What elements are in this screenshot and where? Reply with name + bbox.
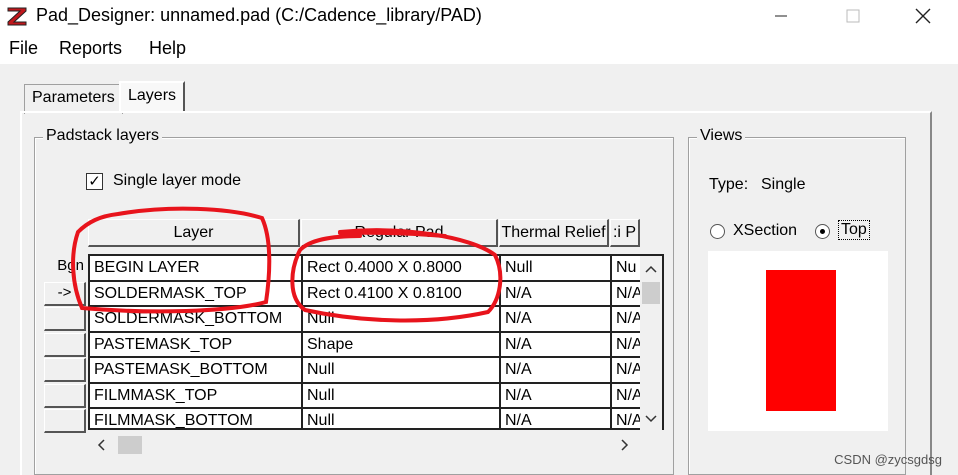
close-button[interactable]: [900, 0, 946, 32]
cell-thermal-relief[interactable]: N/A: [501, 332, 612, 358]
vertical-scrollbar-graphic: [642, 265, 660, 423]
views-label: Views: [697, 127, 746, 145]
menu-reports[interactable]: Reports: [59, 38, 122, 59]
cell-regular-pad[interactable]: Shape: [303, 332, 501, 358]
row-button[interactable]: [44, 384, 86, 408]
grid-horizontal-scrollbar[interactable]: [90, 434, 640, 456]
row-button[interactable]: [44, 307, 86, 331]
cell-layer[interactable]: SOLDERMASK_TOP: [90, 281, 303, 307]
cell-layer[interactable]: FILMMASK_BOTTOM: [90, 409, 303, 428]
row-button[interactable]: [44, 409, 86, 433]
xsection-label: XSection: [733, 222, 798, 239]
view-type-value: Single: [761, 176, 806, 193]
tab-parameters[interactable]: Parameters: [24, 84, 123, 114]
tab-layers[interactable]: Layers: [119, 81, 186, 113]
cell-thermal-relief[interactable]: N/A: [501, 281, 612, 307]
scroll-thumb: [642, 282, 660, 304]
cell-layer[interactable]: PASTEMASK_BOTTOM: [90, 358, 303, 384]
column-header-thermal-relief[interactable]: Thermal Relief: [499, 219, 609, 247]
menu-bar: File Reports Help: [0, 32, 958, 64]
cell-regular-pad[interactable]: Rect 0.4000 X 0.8000: [303, 256, 501, 282]
padstack-layer-grid: BEGIN LAYER Rect 0.4000 X 0.8000 Null Nu…: [88, 254, 664, 430]
minimize-button[interactable]: [758, 0, 804, 32]
cell-thermal-relief[interactable]: N/A: [501, 383, 612, 409]
row-button[interactable]: [44, 333, 86, 357]
pad-shape-preview: [766, 270, 836, 411]
window-title: Pad_Designer: unnamed.pad (C:/Cadence_li…: [36, 5, 482, 25]
cell-thermal-relief[interactable]: N/A: [501, 409, 612, 428]
scroll-down-icon: [645, 415, 657, 423]
minimize-icon: [775, 15, 787, 17]
grid-vertical-scrollbar[interactable]: [640, 256, 662, 430]
top-label: Top: [838, 220, 870, 240]
cell-thermal-relief[interactable]: N/A: [501, 307, 612, 333]
cell-regular-pad[interactable]: Null: [303, 358, 501, 384]
cell-regular-pad[interactable]: Rect 0.4100 X 0.8100: [303, 281, 501, 307]
top-radio[interactable]: [815, 224, 830, 239]
column-header-regular-pad[interactable]: Regular Pad: [301, 219, 498, 247]
scroll-right-icon: [621, 439, 629, 451]
cell-layer[interactable]: PASTEMASK_TOP: [90, 332, 303, 358]
cell-thermal-relief[interactable]: N/A: [501, 358, 612, 384]
scroll-thumb: [118, 436, 142, 454]
cell-layer[interactable]: SOLDERMASK_BOTTOM: [90, 307, 303, 333]
maximize-button[interactable]: [830, 0, 876, 32]
column-header-anti-pad[interactable]: :i P: [610, 219, 640, 247]
title-bar: Pad_Designer: unnamed.pad (C:/Cadence_li…: [0, 0, 958, 32]
cell-layer[interactable]: BEGIN LAYER: [90, 256, 303, 282]
cell-regular-pad[interactable]: Null: [303, 307, 501, 333]
xsection-radio[interactable]: [710, 224, 725, 239]
menu-file[interactable]: File: [9, 38, 38, 59]
cell-regular-pad[interactable]: Null: [303, 383, 501, 409]
pad-preview-canvas: [708, 251, 888, 431]
watermark: CSDN @zycsgdsg: [834, 452, 942, 467]
single-layer-mode-label: Single layer mode: [113, 172, 242, 189]
padstack-layers-label: Padstack layers: [43, 127, 162, 145]
row-button-current[interactable]: ->: [44, 282, 86, 306]
view-type-label: Type:: [709, 176, 749, 193]
horizontal-scrollbar-graphic: [97, 436, 629, 454]
row-button[interactable]: [44, 358, 86, 382]
pad-designer-app-icon: [7, 7, 27, 26]
cell-regular-pad[interactable]: Null: [303, 409, 501, 428]
cell-layer[interactable]: FILMMASK_TOP: [90, 383, 303, 409]
row-button-begin[interactable]: Bgn: [44, 256, 86, 280]
close-icon: [915, 8, 931, 24]
scroll-left-icon: [97, 439, 105, 451]
column-header-layer[interactable]: Layer: [88, 219, 300, 247]
menu-help[interactable]: Help: [149, 38, 186, 59]
cell-thermal-relief[interactable]: Null: [501, 256, 612, 282]
scroll-up-icon: [645, 265, 657, 273]
single-layer-mode-checkbox[interactable]: ✓: [86, 173, 103, 190]
maximize-icon: [846, 9, 860, 23]
